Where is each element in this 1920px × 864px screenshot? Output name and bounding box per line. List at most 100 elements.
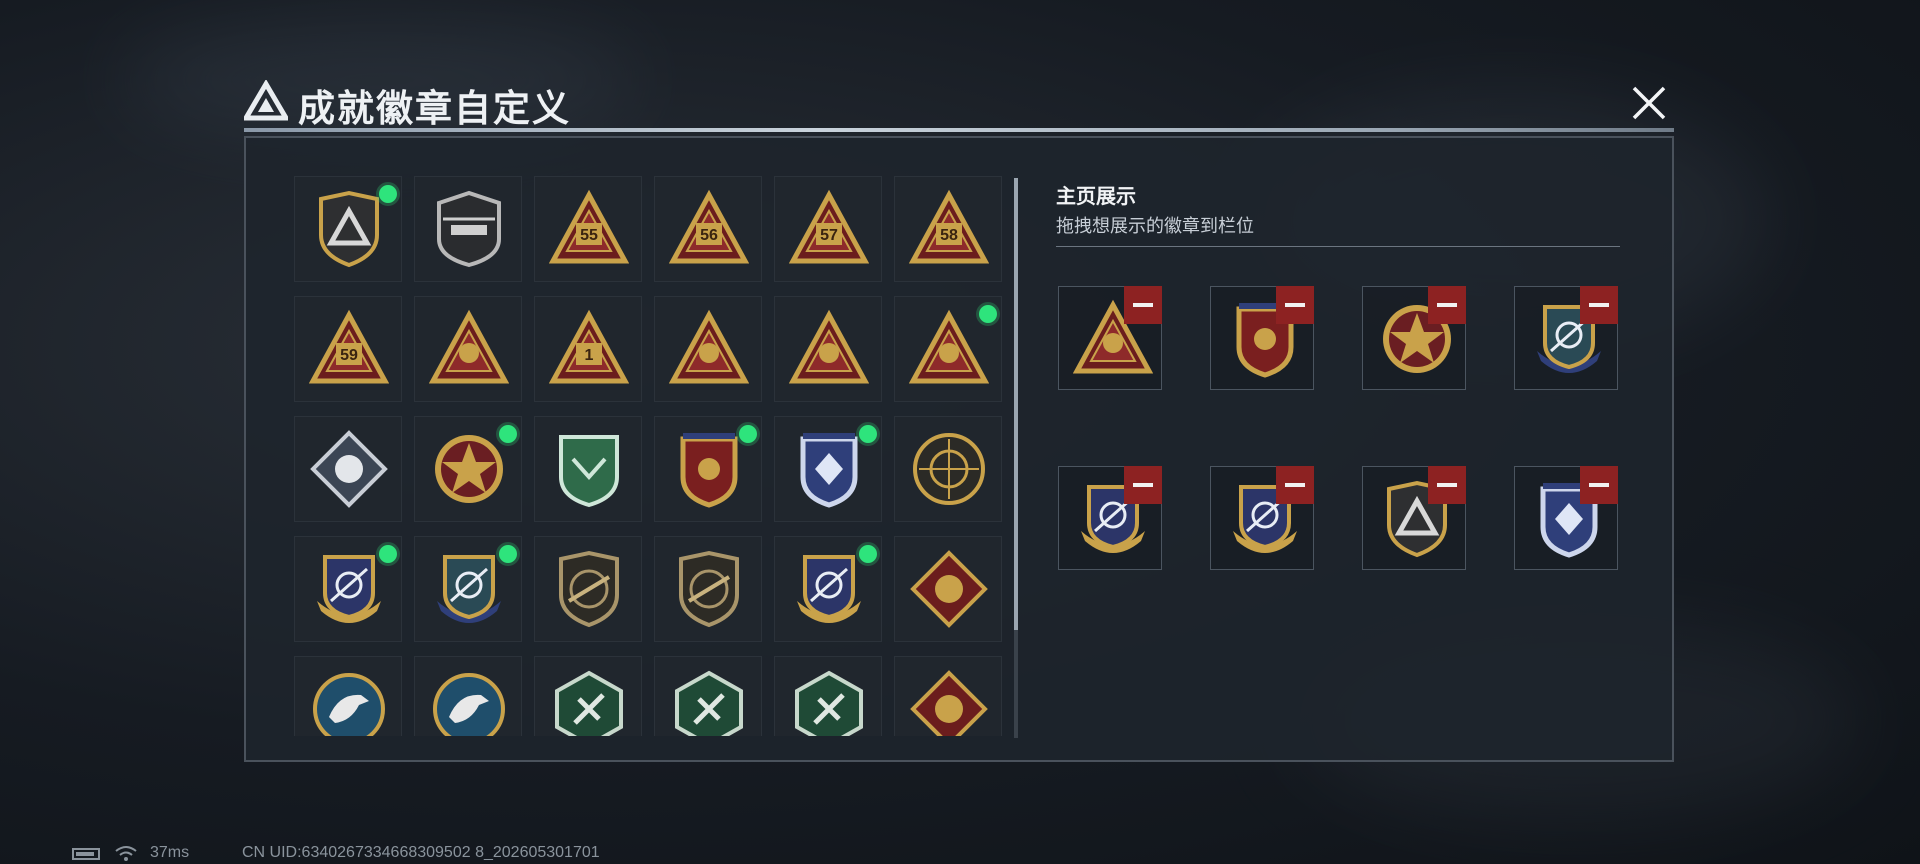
shield-rifle-badge-icon (679, 550, 739, 628)
display-divider (1056, 246, 1620, 247)
display-slot[interactable] (1514, 466, 1618, 570)
remove-button[interactable] (1276, 286, 1314, 324)
badge-cell[interactable] (894, 656, 1002, 736)
hex-bug-badge-icon (555, 670, 623, 736)
scrollbar-thumb[interactable] (1014, 178, 1018, 630)
remove-button[interactable] (1124, 466, 1162, 504)
remove-button[interactable] (1428, 466, 1466, 504)
badge-panel: 55 56 57 58 59 1 主页展示 拖拽想展示的徽章到栏位 (244, 136, 1674, 762)
display-title: 主页展示 (1056, 186, 1136, 208)
crest-gold-badge-icon (797, 555, 861, 623)
tri-boat-badge-icon (429, 309, 509, 384)
badge-cell[interactable] (414, 416, 522, 522)
badge-cell[interactable]: 57 (774, 176, 882, 282)
new-badge-dot (739, 425, 757, 443)
new-badge-dot (979, 305, 997, 323)
badge-cell[interactable] (294, 656, 402, 736)
page-title: 成就徽章自定义 (298, 88, 571, 129)
svg-text:56: 56 (700, 227, 718, 244)
display-slot[interactable] (1362, 286, 1466, 390)
shield-tri-badge-icon (319, 190, 379, 268)
badge-collection-grid[interactable]: 55 56 57 58 59 1 (294, 176, 1004, 736)
star-red-badge-icon (435, 435, 503, 503)
tri-57-badge-icon: 57 (789, 189, 869, 264)
badge-cell[interactable] (414, 176, 522, 282)
display-slot[interactable] (1210, 466, 1314, 570)
svg-text:55: 55 (580, 227, 598, 244)
badge-cell[interactable]: 59 (294, 296, 402, 402)
badge-cell[interactable] (414, 656, 522, 736)
badge-cell[interactable] (894, 296, 1002, 402)
tri-58-badge-icon: 58 (909, 189, 989, 264)
new-badge-dot (379, 545, 397, 563)
shield-blue-gem-badge-icon (800, 433, 858, 508)
tri-hands-badge-icon (669, 309, 749, 384)
circle-eagle-badge-icon (433, 673, 505, 736)
badge-cell[interactable] (654, 536, 762, 642)
title-divider (244, 128, 1674, 132)
wifi-icon (115, 846, 137, 861)
shield-green-badge-icon (559, 435, 619, 508)
badge-cell[interactable] (774, 656, 882, 736)
shield-red-gold-badge-icon (680, 433, 738, 508)
display-slot[interactable] (1210, 286, 1314, 390)
remove-button[interactable] (1580, 286, 1618, 324)
remove-button[interactable] (1276, 466, 1314, 504)
close-icon[interactable] (1626, 80, 1672, 126)
svg-text:1: 1 (585, 347, 594, 364)
badge-cell[interactable] (654, 296, 762, 402)
circle-target-badge-icon (913, 433, 985, 505)
remove-button[interactable] (1428, 286, 1466, 324)
tri-56-badge-icon: 56 (669, 189, 749, 264)
tri-55-badge-icon: 55 (549, 189, 629, 264)
badge-cell[interactable] (654, 656, 762, 736)
battery-icon (72, 848, 100, 860)
badge-cell[interactable] (534, 656, 642, 736)
badge-cell[interactable]: 1 (534, 296, 642, 402)
helicopter-badge-icon (437, 190, 501, 268)
tri-rocket-badge-icon (909, 309, 989, 384)
badge-cell[interactable] (774, 536, 882, 642)
display-slot[interactable] (1058, 466, 1162, 570)
svg-text:58: 58 (940, 227, 958, 244)
crest-blue-badge-icon (437, 555, 501, 623)
tri-soldiers-badge-icon (789, 309, 869, 384)
display-slot[interactable] (1362, 466, 1466, 570)
badge-cell[interactable] (534, 416, 642, 522)
svg-text:57: 57 (820, 227, 838, 244)
badge-cell[interactable] (654, 416, 762, 522)
badge-cell[interactable] (294, 416, 402, 522)
badge-cell[interactable] (894, 416, 1002, 522)
new-badge-dot (859, 425, 877, 443)
hex-hammer-badge-icon (795, 670, 863, 736)
title-bar: 成就徽章自定义 (244, 72, 1674, 136)
badge-cell[interactable]: 58 (894, 176, 1002, 282)
ping-text: 37ms (150, 844, 190, 861)
badge-cell[interactable] (294, 536, 402, 642)
display-slot[interactable] (1514, 286, 1618, 390)
new-badge-dot (379, 185, 397, 203)
badge-cell[interactable] (414, 536, 522, 642)
diamond-wolf-badge-icon (910, 550, 988, 628)
new-badge-dot (499, 425, 517, 443)
badge-cell[interactable] (894, 536, 1002, 642)
remove-button[interactable] (1580, 466, 1618, 504)
display-slot[interactable] (1058, 286, 1162, 390)
tri-1-badge-icon: 1 (549, 309, 629, 384)
badge-cell[interactable] (534, 536, 642, 642)
diamond-fist-badge-icon (310, 430, 388, 508)
svg-text:59: 59 (340, 347, 358, 364)
tri-59-badge-icon: 59 (309, 309, 389, 384)
badge-cell[interactable]: 56 (654, 176, 762, 282)
badge-cell[interactable] (774, 416, 882, 522)
badge-cell[interactable] (294, 176, 402, 282)
shield-rifle-badge-icon (559, 550, 619, 628)
remove-button[interactable] (1124, 286, 1162, 324)
display-subtitle: 拖拽想展示的徽章到栏位 (1056, 216, 1254, 236)
badge-cell[interactable] (414, 296, 522, 402)
new-badge-dot (859, 545, 877, 563)
uid-text: CN UID:6340267334668309502 8_20260530170… (242, 844, 600, 861)
crest-gold-badge-icon (317, 555, 381, 623)
badge-cell[interactable]: 55 (534, 176, 642, 282)
badge-cell[interactable] (774, 296, 882, 402)
